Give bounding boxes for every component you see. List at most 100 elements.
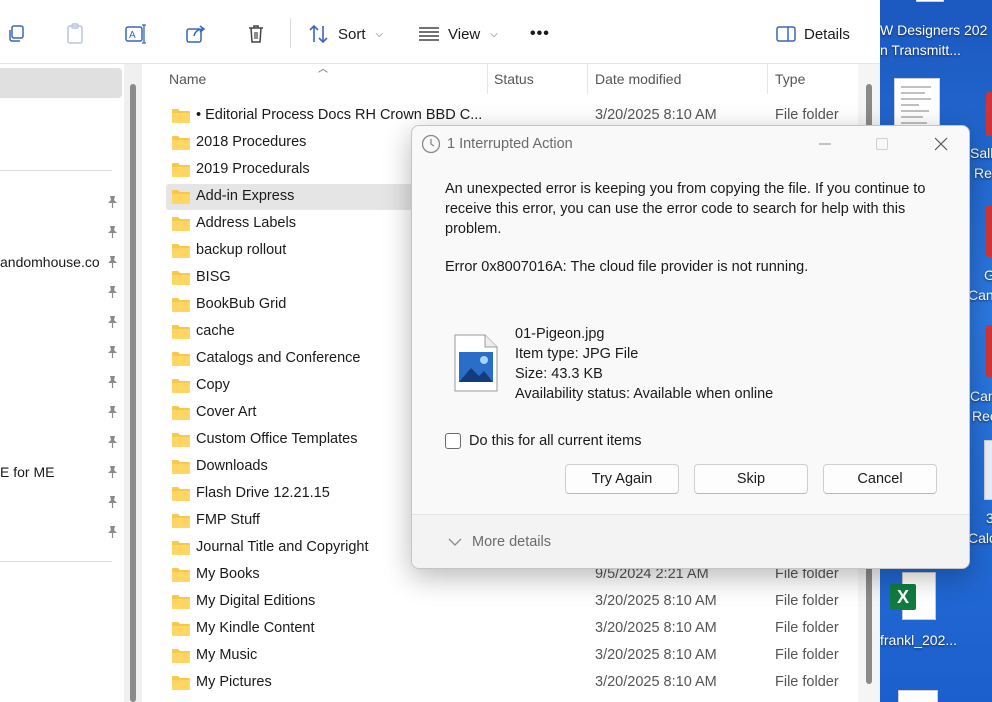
try-again-button[interactable]: Try Again (565, 464, 679, 494)
desktop-icon-label[interactable]: frankl_202... (880, 632, 957, 648)
column-header-status[interactable]: Status (494, 64, 534, 94)
sort-button[interactable]: Sort ⌵ (308, 17, 383, 51)
nav-divider (0, 561, 112, 562)
pin-icon (108, 496, 117, 508)
dialog-title: 1 Interrupted Action (447, 136, 573, 152)
chevron-down-icon (448, 538, 462, 546)
desktop-calculator-icon[interactable] (984, 440, 992, 500)
file-row[interactable]: My Pictures 3/20/2025 8:10 AM File folder (166, 670, 856, 696)
file-type: File folder (775, 620, 839, 636)
copy-button[interactable] (6, 17, 26, 51)
desktop-icon-label[interactable]: W Designers 202 (880, 22, 987, 38)
file-date-modified: 3/20/2025 8:10 AM (595, 593, 717, 609)
details-pane-button[interactable]: Details (776, 17, 850, 51)
file-size: Size: 43.3 KB (515, 366, 603, 382)
file-name: Journal Title and Copyright (196, 539, 369, 555)
apply-to-all-label[interactable]: Do this for all current items (469, 433, 641, 449)
minimize-icon (818, 143, 831, 145)
file-name: Catalogs and Conference (196, 350, 361, 366)
desktop-pdf-icon[interactable] (986, 205, 992, 257)
desktop-excel-file[interactable]: X (890, 572, 938, 628)
desktop-icon-label[interactable]: n Transmitt... (880, 42, 961, 58)
desktop-icon-label[interactable]: Can (970, 388, 992, 404)
desktop-icon-label[interactable]: 3 (986, 510, 992, 526)
nav-scrollbar-thumb[interactable] (130, 84, 136, 702)
interrupted-action-dialog: 1 Interrupted Action An unexpected error… (411, 125, 970, 569)
file-name: Cover Art (196, 404, 257, 420)
desktop-icon-label[interactable]: Sall (970, 145, 992, 161)
share-button[interactable] (186, 17, 206, 51)
desktop-icon-label[interactable]: Calc (968, 530, 992, 546)
file-name: backup rollout (196, 242, 287, 258)
file-row[interactable]: My Digital Editions 3/20/2025 8:10 AM File… (166, 589, 856, 615)
nav-divider (0, 170, 112, 171)
nav-item-label[interactable]: andomhouse.co (0, 254, 100, 270)
pin-icon (108, 346, 117, 358)
trash-icon (249, 25, 263, 43)
file-name: BISG (196, 269, 231, 285)
desktop-icon-label[interactable]: Re (974, 165, 992, 181)
file-row[interactable]: My Kindle Content 3/20/2025 8:10 AM File f… (166, 616, 856, 642)
close-button[interactable] (912, 126, 969, 162)
view-label: View (448, 25, 481, 43)
folder-icon (172, 136, 190, 150)
desktop-pdf-icon[interactable] (986, 325, 992, 377)
file-row[interactable]: My Music 3/20/2025 8:10 AM File folder (166, 643, 856, 669)
desktop-file-icon[interactable] (916, 0, 944, 2)
file-date-modified: 3/20/2025 8:10 AM (595, 647, 717, 663)
folder-icon (172, 460, 190, 474)
folder-icon (172, 109, 190, 123)
desktop-pdf-icon[interactable] (986, 92, 992, 136)
desktop-icon-label[interactable]: G (984, 267, 992, 283)
file-name: cache (196, 323, 235, 339)
cancel-button[interactable]: Cancel (823, 464, 937, 494)
command-bar: A Sort ⌵ View ⌵ ••• Details (0, 0, 880, 64)
minimize-button[interactable] (796, 126, 853, 162)
folder-icon (172, 298, 190, 312)
dialog-message: An unexpected error is keeping you from … (445, 181, 926, 237)
file-name: Add-in Express (196, 188, 295, 204)
folder-icon (172, 622, 190, 636)
folder-icon (172, 190, 190, 204)
view-icon (419, 27, 439, 41)
rename-icon: A (125, 24, 146, 44)
file-name: FMP Stuff (196, 512, 260, 528)
pin-icon (108, 256, 117, 268)
close-icon (934, 137, 947, 151)
view-button[interactable]: View ⌵ (418, 17, 498, 51)
delete-button[interactable] (246, 17, 266, 51)
pin-icon (108, 436, 117, 448)
file-name: My Pictures (196, 674, 272, 690)
folder-icon (172, 676, 190, 690)
column-header-type[interactable]: Type (775, 64, 805, 94)
column-header-date[interactable]: Date modified (595, 64, 681, 94)
column-header-name[interactable]: Name (169, 64, 206, 94)
dialog-footer: More details (412, 514, 969, 568)
nav-selected-item[interactable] (0, 68, 122, 98)
skip-button[interactable]: Skip (694, 464, 808, 494)
more-details-toggle[interactable]: More details (448, 534, 551, 550)
column-divider (587, 64, 588, 94)
desktop-icon-label[interactable]: Rec (972, 408, 992, 424)
rename-button[interactable]: A (125, 17, 147, 51)
file-name: My Kindle Content (196, 620, 315, 636)
desktop-file-icon[interactable] (898, 690, 938, 702)
file-name: Custom Office Templates (196, 431, 358, 447)
file-date-modified: 3/20/2025 8:10 AM (595, 107, 717, 123)
pin-icon (108, 376, 117, 388)
file-name: BookBub Grid (196, 296, 287, 312)
see-more-button[interactable]: ••• (530, 17, 550, 51)
nav-item-label[interactable]: E for ME (0, 464, 54, 480)
maximize-icon (875, 138, 888, 150)
apply-to-all-checkbox[interactable] (445, 433, 461, 449)
svg-text:A: A (129, 30, 136, 41)
nav-scrollbar[interactable] (124, 64, 142, 702)
paste-button[interactable] (65, 17, 85, 51)
file-name: 2019 Procedurals (196, 161, 310, 177)
pin-icon (108, 466, 117, 478)
file-name: 2018 Procedures (196, 134, 307, 150)
more-details-label: More details (472, 534, 551, 550)
file-date-modified: 3/20/2025 8:10 AM (595, 674, 717, 690)
folder-icon (172, 595, 190, 609)
desktop-icon-label[interactable]: Can (968, 287, 992, 303)
